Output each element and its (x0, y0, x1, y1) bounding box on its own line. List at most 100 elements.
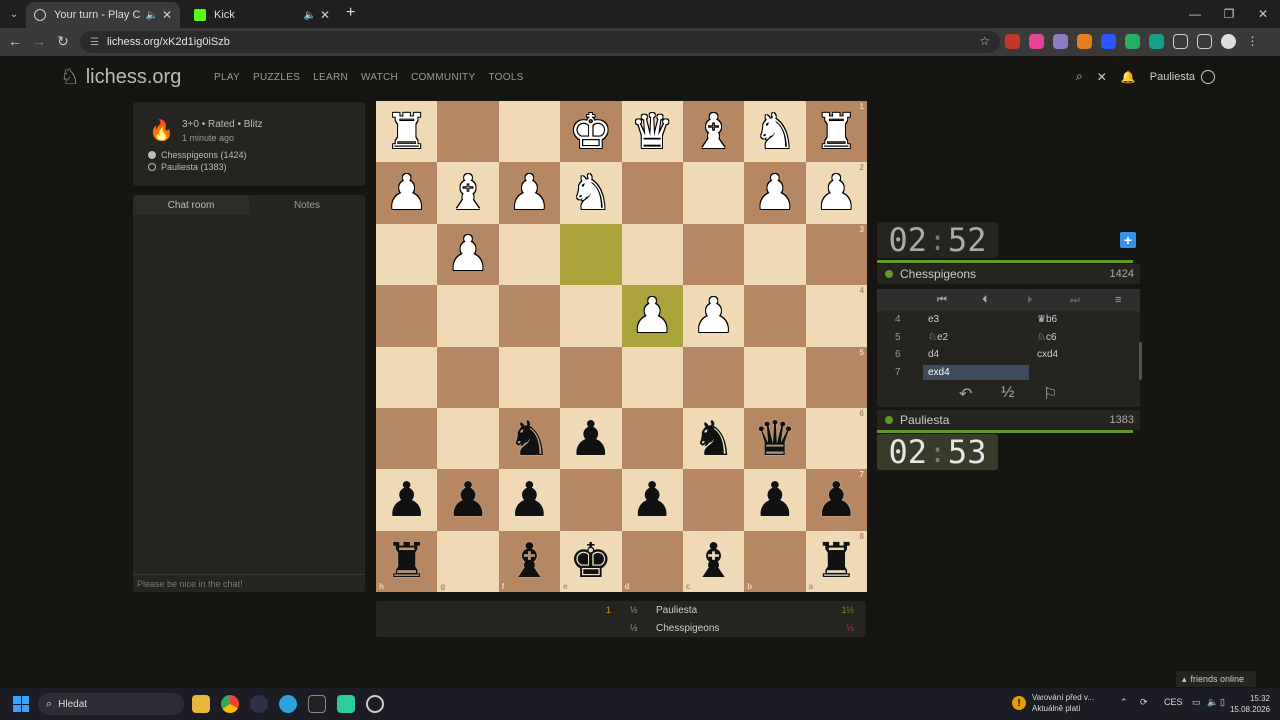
board-square[interactable]: ♛ (744, 407, 806, 470)
board-square[interactable] (376, 223, 438, 286)
board-square[interactable]: ♟ (437, 469, 499, 531)
white-bishop-icon[interactable]: ♝ (692, 108, 735, 156)
board-square[interactable] (376, 346, 438, 408)
board-square[interactable]: ♟ (498, 162, 561, 224)
board-square[interactable]: ♞ (560, 162, 622, 224)
takeback-icon[interactable]: ↶ (959, 384, 972, 404)
chrome-icon[interactable] (221, 695, 239, 713)
white-rook-icon[interactable]: ♜ (815, 108, 858, 156)
taskbar-search[interactable]: ⌕ Hledat (38, 693, 184, 715)
extension-purple-icon[interactable] (1053, 34, 1068, 49)
board-square[interactable]: 6 (805, 407, 867, 470)
white-pawn-icon[interactable]: ♟ (815, 169, 858, 217)
add-time-button[interactable]: + (1120, 232, 1136, 248)
white-pawn-icon[interactable]: ♟ (508, 169, 551, 217)
back-arrow-icon[interactable]: ← (6, 33, 24, 49)
bookmark-star-icon[interactable]: ☆ (979, 34, 990, 48)
board-square[interactable]: ♜ h (376, 530, 438, 592)
board-square[interactable] (682, 162, 745, 224)
user-menu[interactable]: Pauliesta (1150, 69, 1216, 84)
board-square[interactable] (621, 346, 683, 408)
board-square[interactable] (498, 285, 561, 347)
black-bishop-icon[interactable]: ♝ (508, 537, 551, 585)
board-square[interactable]: 3 (805, 223, 867, 286)
extension-red-icon[interactable] (1005, 34, 1020, 49)
battery-icon[interactable]: ▯ (1220, 697, 1225, 708)
board-square[interactable]: ♟ (744, 469, 806, 531)
board-square[interactable]: ♝ f (498, 530, 561, 592)
first-move-icon[interactable]: ⏮ (937, 294, 947, 307)
tab-notes[interactable]: Notes (249, 195, 365, 215)
white-move[interactable]: d4 (928, 349, 939, 360)
maximize-icon[interactable]: ❐ (1212, 0, 1246, 28)
lichess-logo[interactable]: ♘ lichess.org (60, 64, 181, 90)
tray-chevron-icon[interactable]: ⌃ (1120, 697, 1128, 708)
opponent-name-row[interactable]: Chesspigeons 1424 (877, 264, 1140, 284)
black-pawn-icon[interactable]: ♟ (447, 476, 490, 524)
board-square[interactable] (682, 223, 745, 286)
menu-hamburger-icon[interactable]: ≡ (1115, 294, 1121, 306)
white-pawn-icon[interactable]: ♟ (447, 230, 490, 278)
speaker-icon[interactable]: 🔈 (303, 10, 315, 21)
board-square[interactable] (621, 162, 683, 224)
board-square[interactable] (621, 407, 683, 470)
board-square[interactable]: ♟ (437, 223, 499, 286)
board-square[interactable]: ♜ 1 (805, 101, 867, 163)
my-name-row[interactable]: Pauliesta 1383 (877, 410, 1140, 430)
forward-arrow-icon[interactable]: → (30, 33, 48, 49)
board-square[interactable]: ♟ 7 (805, 469, 867, 531)
windows-start-icon[interactable] (13, 696, 29, 712)
offer-draw-button[interactable]: ½ (1001, 384, 1014, 402)
board-square[interactable]: ♞ (744, 101, 806, 163)
board-square[interactable]: ♟ (682, 285, 745, 347)
board-square[interactable] (560, 346, 622, 408)
board-square[interactable] (560, 285, 622, 347)
board-square[interactable] (682, 346, 745, 408)
app-spiral-icon[interactable] (366, 695, 384, 713)
black-move[interactable]: ♛b6 (1037, 314, 1057, 325)
app-green-icon[interactable] (337, 695, 355, 713)
black-rook-icon[interactable]: ♜ (815, 537, 858, 585)
obs-icon[interactable] (250, 695, 268, 713)
black-pawn-icon[interactable]: ♟ (508, 476, 551, 524)
board-square[interactable]: ♞ (498, 407, 561, 470)
white-queen-icon[interactable]: ♛ (631, 108, 674, 156)
board-square[interactable]: g (437, 530, 499, 592)
player-black-line[interactable]: Pauliesta (1383) (148, 162, 227, 172)
black-queen-icon[interactable]: ♛ (753, 415, 796, 463)
chat-input[interactable]: Please be nice in the chat! (133, 574, 365, 592)
board-square[interactable]: ♟ 2 (805, 162, 867, 224)
tab-chat-room[interactable]: Chat room (133, 195, 249, 215)
extension-green-icon[interactable] (1125, 34, 1140, 49)
board-square[interactable]: ♟ (621, 469, 683, 531)
nav-community[interactable]: COMMUNITY (411, 72, 475, 83)
challenges-icon[interactable]: ✕ (1097, 70, 1107, 84)
next-move-icon[interactable]: ⏵ (1027, 294, 1033, 307)
white-knight-icon[interactable]: ♞ (569, 169, 612, 217)
browser-tab-active[interactable]: Your turn - Play Chesspigeons 🔈 ✕ (26, 2, 180, 28)
white-bishop-icon[interactable]: ♝ (447, 169, 490, 217)
black-knight-icon[interactable]: ♞ (692, 415, 735, 463)
site-info-icon[interactable]: ☰ (90, 37, 99, 48)
speaker-icon[interactable]: 🔈 (145, 10, 157, 21)
nav-learn[interactable]: LEARN (313, 72, 348, 83)
board-square[interactable]: ♟ (376, 469, 438, 531)
board-square[interactable]: ♚ (560, 101, 622, 163)
nav-watch[interactable]: WATCH (361, 72, 398, 83)
board-square[interactable]: ♞ (682, 407, 745, 470)
board-square[interactable]: 5 (805, 346, 867, 408)
prev-move-icon[interactable]: ⏴ (982, 294, 988, 307)
board-square[interactable] (744, 223, 806, 286)
board-square[interactable]: ♟ (560, 407, 622, 470)
white-pawn-icon[interactable]: ♟ (385, 169, 428, 217)
extension-blue-icon[interactable] (1101, 34, 1116, 49)
chess-board[interactable]: ♜ ♚ ♛ ♝ ♞ ♜ 1 ♟ ♝ ♟ ♞ ♟ ♟ 2 ♟ 3 ♟ ♟ 4 5 ♞ ♟ ♞ ♛ 6 ♟ ♟ ♟ ♟ ♟ ♟ 7 ♜ h g ♝ f ♚ e d… (376, 101, 867, 592)
board-square[interactable]: ♚ e (560, 530, 622, 592)
board-square[interactable]: 4 (805, 285, 867, 347)
board-square[interactable] (376, 285, 438, 347)
reload-icon[interactable]: ↻ (54, 33, 72, 50)
black-pawn-icon[interactable]: ♟ (385, 476, 428, 524)
player-white-line[interactable]: Chesspigeons (1424) (148, 150, 247, 160)
board-square[interactable]: ♜ 8 a (805, 530, 867, 592)
board-square[interactable] (437, 407, 499, 470)
